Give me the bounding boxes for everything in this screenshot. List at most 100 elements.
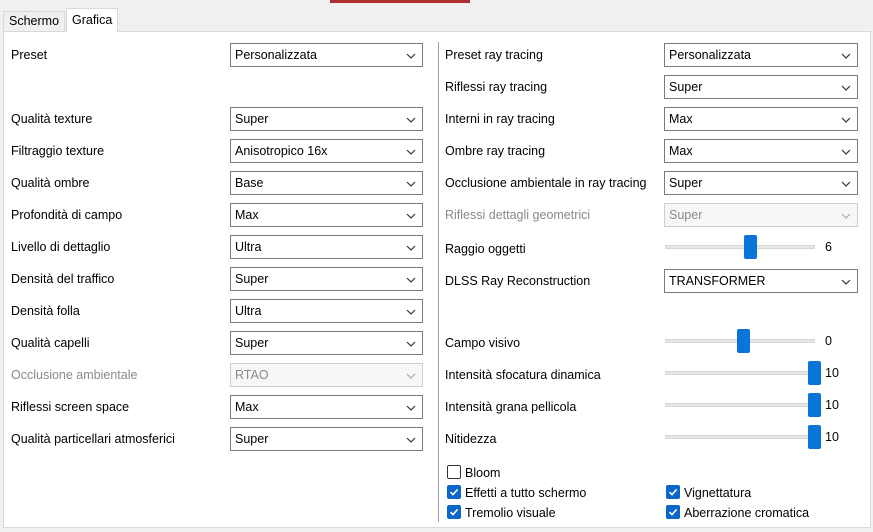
checkbox-box[interactable] bbox=[447, 465, 461, 479]
top-strip bbox=[0, 0, 873, 8]
texture-quality-dropdown[interactable]: Super bbox=[230, 107, 423, 131]
checkbox-box[interactable] bbox=[666, 485, 680, 499]
chevron-down-icon bbox=[406, 117, 416, 123]
chevron-down-icon bbox=[841, 279, 851, 285]
detail-geometry-reflections-dropdown: Super bbox=[664, 203, 858, 227]
rt-shadows-dropdown[interactable]: Max bbox=[664, 139, 858, 163]
dlss-ray-reconstruction-dropdown[interactable]: TRANSFORMER bbox=[664, 269, 858, 293]
motion-blur-slider[interactable]: 10 bbox=[665, 361, 845, 385]
shadow-quality-value: Base bbox=[235, 176, 264, 190]
chevron-down-icon bbox=[406, 405, 416, 411]
rt-preset-dropdown[interactable]: Personalizzata bbox=[664, 43, 858, 67]
slider-value: 6 bbox=[825, 240, 832, 254]
rt-ambient-occlusion-label: Occlusione ambientale in ray tracing bbox=[445, 176, 647, 190]
chevron-down-icon bbox=[841, 181, 851, 187]
rt-interiors-value: Max bbox=[669, 112, 693, 126]
slider-value: 10 bbox=[825, 398, 839, 412]
chevron-down-icon bbox=[406, 181, 416, 187]
checkbox-box[interactable] bbox=[447, 485, 461, 499]
bloom-label: Bloom bbox=[465, 466, 501, 480]
preset-dropdown[interactable]: Personalizzata bbox=[230, 43, 423, 67]
slider-track[interactable] bbox=[665, 245, 815, 249]
sharpness-slider[interactable]: 10 bbox=[665, 425, 845, 449]
texture-quality-label: Qualità texture bbox=[11, 112, 93, 126]
traffic-density-dropdown[interactable]: Super bbox=[230, 267, 423, 291]
object-radius-label: Raggio oggetti bbox=[445, 242, 526, 256]
slider-thumb[interactable] bbox=[744, 235, 757, 259]
checkbox-box[interactable] bbox=[666, 505, 680, 519]
preset-value: Personalizzata bbox=[235, 48, 317, 62]
vignette-label: Vignettatura bbox=[684, 486, 752, 500]
rt-ambient-occlusion-dropdown[interactable]: Super bbox=[664, 171, 858, 195]
tab-schermo[interactable]: Schermo bbox=[3, 11, 66, 31]
chromatic-aberration-label: Aberrazione cromatica bbox=[684, 506, 810, 520]
level-of-detail-value: Ultra bbox=[235, 240, 262, 254]
film-grain-slider[interactable]: 10 bbox=[665, 393, 845, 417]
texture-filtering-value: Anisotropico 16x bbox=[235, 144, 328, 158]
volumetric-particles-dropdown[interactable]: Super bbox=[230, 427, 423, 451]
field-of-view-slider[interactable]: 0 bbox=[665, 329, 845, 353]
dlss-ray-reconstruction-value: TRANSFORMER bbox=[669, 274, 766, 288]
preset-label: Preset bbox=[11, 48, 48, 62]
chevron-down-icon bbox=[406, 341, 416, 347]
rt-preset-label: Preset ray tracing bbox=[445, 48, 543, 62]
slider-thumb[interactable] bbox=[808, 393, 821, 417]
slider-track[interactable] bbox=[665, 371, 815, 375]
tab-grafica[interactable]: Grafica bbox=[66, 8, 119, 32]
screen-space-reflections-value: Max bbox=[235, 400, 259, 414]
crowd-density-dropdown[interactable]: Ultra bbox=[230, 299, 423, 323]
chevron-down-icon bbox=[841, 213, 851, 219]
traffic-density-label: Densità del traffico bbox=[11, 272, 115, 286]
rt-interiors-dropdown[interactable]: Max bbox=[664, 107, 858, 131]
rt-shadows-label: Ombre ray tracing bbox=[445, 144, 546, 158]
chevron-down-icon bbox=[841, 149, 851, 155]
column-divider bbox=[438, 42, 439, 522]
graphics-settings-panel: Preset Personalizzata Qualità texture Su… bbox=[3, 31, 871, 528]
chevron-down-icon bbox=[841, 53, 851, 59]
hair-quality-value: Super bbox=[235, 336, 269, 350]
motion-blur-label: Intensità sfocatura dinamica bbox=[445, 368, 601, 382]
camera-shake-label: Tremolio visuale bbox=[465, 506, 556, 520]
field-of-view-label: Campo visivo bbox=[445, 336, 521, 350]
slider-thumb[interactable] bbox=[737, 329, 750, 353]
depth-of-field-dropdown[interactable]: Max bbox=[230, 203, 423, 227]
volumetric-particles-label: Qualità particellari atmosferici bbox=[11, 432, 175, 446]
slider-track[interactable] bbox=[665, 403, 815, 407]
rt-reflections-dropdown[interactable]: Super bbox=[664, 75, 858, 99]
rt-preset-value: Personalizzata bbox=[669, 48, 751, 62]
detail-geometry-reflections-value: Super bbox=[669, 208, 703, 222]
checkmark-icon bbox=[449, 508, 459, 516]
fullscreen-effects-label: Effetti a tutto schermo bbox=[465, 486, 587, 500]
shadow-quality-dropdown[interactable]: Base bbox=[230, 171, 423, 195]
depth-of-field-value: Max bbox=[235, 208, 259, 222]
texture-filtering-label: Filtraggio texture bbox=[11, 144, 105, 158]
chevron-down-icon bbox=[406, 277, 416, 283]
slider-thumb[interactable] bbox=[808, 425, 821, 449]
slider-track[interactable] bbox=[665, 435, 815, 439]
chevron-down-icon bbox=[406, 213, 416, 219]
rt-reflections-value: Super bbox=[669, 80, 703, 94]
slider-value: 0 bbox=[825, 334, 832, 348]
slider-value: 10 bbox=[825, 366, 839, 380]
rt-interiors-label: Interni in ray tracing bbox=[445, 112, 555, 126]
tab-bar: Schermo Grafica bbox=[0, 8, 873, 32]
volumetric-particles-value: Super bbox=[235, 432, 269, 446]
level-of-detail-dropdown[interactable]: Ultra bbox=[230, 235, 423, 259]
checkmark-icon bbox=[449, 488, 459, 496]
object-radius-slider[interactable]: 6 bbox=[665, 235, 845, 259]
hair-quality-dropdown[interactable]: Super bbox=[230, 331, 423, 355]
detail-geometry-reflections-label: Riflessi dettagli geometrici bbox=[445, 208, 591, 222]
background-art bbox=[330, 0, 470, 3]
slider-thumb[interactable] bbox=[808, 361, 821, 385]
texture-filtering-dropdown[interactable]: Anisotropico 16x bbox=[230, 139, 423, 163]
ambient-occlusion-value: RTAO bbox=[235, 368, 269, 382]
slider-value: 10 bbox=[825, 430, 839, 444]
screen-space-reflections-dropdown[interactable]: Max bbox=[230, 395, 423, 419]
checkmark-icon bbox=[668, 488, 678, 496]
screen-space-reflections-label: Riflessi screen space bbox=[11, 400, 130, 414]
chevron-down-icon bbox=[406, 149, 416, 155]
rt-reflections-label: Riflessi ray tracing bbox=[445, 80, 548, 94]
ambient-occlusion-label: Occlusione ambientale bbox=[11, 368, 138, 382]
depth-of-field-label: Profondità di campo bbox=[11, 208, 123, 222]
checkbox-box[interactable] bbox=[447, 505, 461, 519]
